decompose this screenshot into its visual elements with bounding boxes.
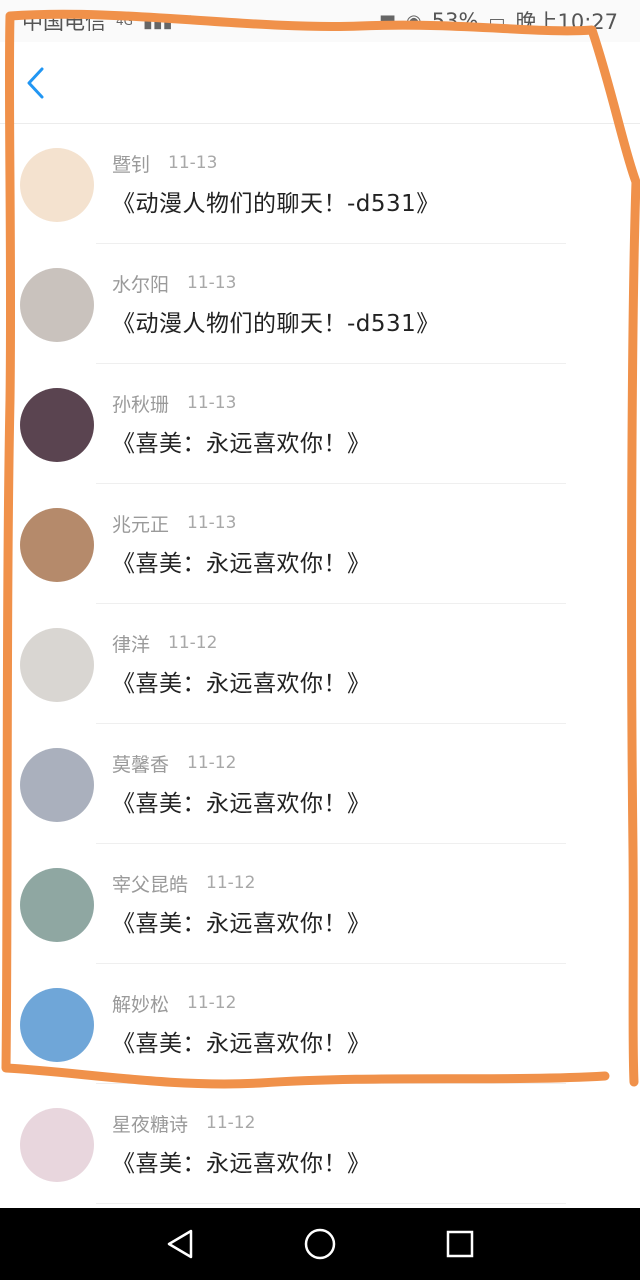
avatar[interactable] [20,1108,94,1182]
sender-name: 莫馨香 [112,753,170,776]
message-item[interactable]: 宰父昆皓 11-12 《喜美：永远喜欢你！》 [0,844,640,964]
message-item[interactable]: 莫馨香 11-12 《喜美：永远喜欢你！》 [0,724,640,844]
circle-home-icon [304,1228,336,1260]
message-meta: 星夜糖诗 11-12 [112,1108,371,1138]
message-body: 水尔阳 11-13 《动漫人物们的聊天！-d531》 [112,268,440,338]
message-subject: 《喜美：永远喜欢你！》 [112,1031,371,1057]
square-recents-icon [446,1230,474,1258]
message-date: 11-12 [187,753,237,773]
triangle-back-icon [167,1229,193,1259]
avatar[interactable] [20,868,94,942]
message-date: 11-13 [168,153,218,173]
avatar[interactable] [20,748,94,822]
message-meta: 宰父昆皓 11-12 [112,868,371,898]
sender-name: 孙秋珊 [112,393,170,416]
message-list: 暨钊 11-13 《动漫人物们的聊天！-d531》 水尔阳 11-13 《动漫人物们的聊天… [0,124,640,1208]
sender-name: 律洋 [112,633,151,656]
chevron-left-icon [27,67,44,98]
clock: 晚上10:27 [515,10,618,34]
message-meta: 孙秋珊 11-13 [112,388,371,418]
message-meta: 莫馨香 11-12 [112,748,371,778]
nav-recents-button[interactable] [430,1214,490,1274]
message-subject: 《喜美：永远喜欢你！》 [112,671,371,697]
avatar[interactable] [20,148,94,222]
navigation-bar [0,1208,640,1280]
message-body: 兆元正 11-13 《喜美：永远喜欢你！》 [112,508,371,578]
status-bar: 中国电信 4G ▮▮▮ ◠ ■ ◉ 53% ▭ 晚上10:27 [0,0,640,42]
message-meta: 水尔阳 11-13 [112,268,440,298]
message-subject: 《喜美：永远喜欢你！》 [112,431,371,457]
message-item[interactable]: 解妙松 11-12 《喜美：永远喜欢你！》 [0,964,640,1084]
sender-name: 解妙松 [112,993,170,1016]
sender-name: 星夜糖诗 [112,1113,189,1136]
screen: 中国电信 4G ▮▮▮ ◠ ■ ◉ 53% ▭ 晚上10:27 暨钊 11-13 《… [0,0,640,1280]
message-date: 11-12 [187,993,237,1013]
message-item[interactable]: 暨钊 11-13 《动漫人物们的聊天！-d531》 [0,124,640,244]
sender-name: 宰父昆皓 [112,873,189,896]
message-subject: 《动漫人物们的聊天！-d531》 [112,191,440,217]
nav-home-button[interactable] [290,1214,350,1274]
avatar[interactable] [20,268,94,342]
message-item[interactable]: 孙秋珊 11-13 《喜美：永远喜欢你！》 [0,364,640,484]
message-date: 11-12 [168,633,218,653]
divider [96,1203,566,1204]
message-body: 宰父昆皓 11-12 《喜美：永远喜欢你！》 [112,868,371,938]
message-body: 莫馨香 11-12 《喜美：永远喜欢你！》 [112,748,371,818]
message-item[interactable]: 水尔阳 11-13 《动漫人物们的聊天！-d531》 [0,244,640,364]
signal-bars-icon: ▮▮▮ [142,10,173,32]
message-subject: 《喜美：永远喜欢你！》 [112,911,371,937]
message-item[interactable]: 兆元正 11-13 《喜美：永远喜欢你！》 [0,484,640,604]
back-button[interactable] [0,42,70,124]
message-date: 11-12 [206,1113,256,1133]
status-left: 中国电信 4G ▮▮▮ ◠ [22,6,198,36]
message-subject: 《喜美：永远喜欢你！》 [112,551,371,577]
battery-percent: 53% [431,9,479,33]
message-body: 暨钊 11-13 《动漫人物们的聊天！-d531》 [112,148,440,218]
message-subject: 《喜美：永远喜欢你！》 [112,791,371,817]
avatar[interactable] [20,508,94,582]
header-bar [0,42,640,124]
message-item[interactable]: 律洋 11-12 《喜美：永远喜欢你！》 [0,604,640,724]
sender-name: 水尔阳 [112,273,170,296]
status-right: ■ ◉ 53% ▭ 晚上10:27 [379,6,618,36]
message-meta: 兆元正 11-13 [112,508,371,538]
alarm-icon: ◉ [406,10,422,32]
message-meta: 暨钊 11-13 [112,148,440,178]
message-meta: 解妙松 11-12 [112,988,371,1018]
message-date: 11-12 [206,873,256,893]
avatar[interactable] [20,388,94,462]
message-meta: 律洋 11-12 [112,628,371,658]
wifi-icon: ◠ [182,10,199,32]
avatar[interactable] [20,988,94,1062]
signal-label: 4G [116,14,133,28]
message-body: 解妙松 11-12 《喜美：永远喜欢你！》 [112,988,371,1058]
message-date: 11-13 [187,513,237,533]
message-date: 11-13 [187,393,237,413]
sender-name: 兆元正 [112,513,170,536]
nav-back-button[interactable] [150,1214,210,1274]
avatar[interactable] [20,628,94,702]
message-body: 星夜糖诗 11-12 《喜美：永远喜欢你！》 [112,1108,371,1178]
message-body: 律洋 11-12 《喜美：永远喜欢你！》 [112,628,371,698]
message-subject: 《喜美：永远喜欢你！》 [112,1151,371,1177]
battery-icon: ▭ [488,10,506,32]
message-subject: 《动漫人物们的聊天！-d531》 [112,311,440,337]
sender-name: 暨钊 [112,153,151,176]
notification-icon: ■ [379,10,397,32]
message-body: 孙秋珊 11-13 《喜美：永远喜欢你！》 [112,388,371,458]
message-item[interactable]: 星夜糖诗 11-12 《喜美：永远喜欢你！》 [0,1084,640,1204]
message-date: 11-13 [187,273,237,293]
carrier-label: 中国电信 [22,10,106,34]
